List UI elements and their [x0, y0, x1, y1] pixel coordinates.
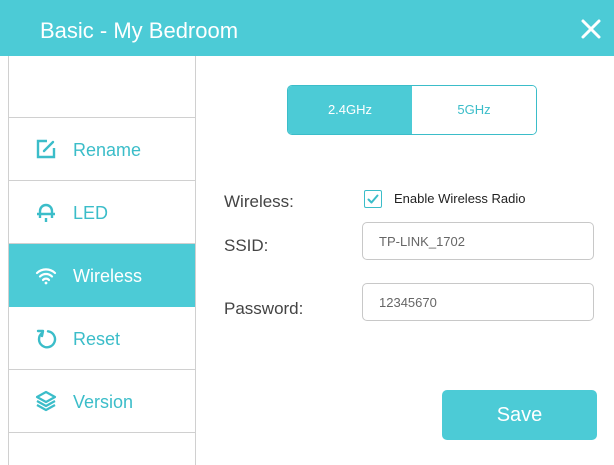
- enable-wireless-radio-label: Enable Wireless Radio: [394, 191, 526, 206]
- save-button[interactable]: Save: [442, 390, 597, 440]
- close-icon[interactable]: [578, 16, 604, 42]
- sidebar-item-version[interactable]: Version: [9, 370, 195, 433]
- ssid-input[interactable]: [362, 222, 594, 260]
- password-label: Password:: [224, 299, 304, 318]
- sidebar-nav: Rename LED Wireless Reset Version: [8, 56, 196, 465]
- band-2.4ghz-tab[interactable]: 2.4GHz: [288, 86, 412, 134]
- sidebar-item-label: Rename: [73, 140, 142, 160]
- wireless-label: Wireless:: [224, 192, 294, 211]
- wifi-icon: [35, 264, 57, 286]
- sidebar-item-label: Reset: [73, 329, 121, 349]
- sidebar-item-label: Wireless: [73, 266, 143, 286]
- ssid-label: SSID:: [224, 236, 269, 255]
- enable-wireless-radio-checkbox[interactable]: [364, 190, 382, 208]
- title-bar: Basic - My Bedroom: [0, 0, 614, 56]
- reset-icon: [35, 327, 57, 349]
- sidebar-item-wireless[interactable]: Wireless: [9, 244, 195, 307]
- sidebar-bottom-space: [9, 432, 195, 465]
- version-layers-icon: [35, 390, 57, 412]
- window-title: Basic - My Bedroom: [40, 18, 239, 43]
- checkmark-icon: [367, 194, 379, 204]
- sidebar-item-label: Version: [73, 392, 134, 412]
- sidebar-item-led[interactable]: LED: [9, 181, 195, 244]
- band-selector: 2.4GHz 5GHz: [287, 85, 537, 135]
- password-input[interactable]: [362, 283, 594, 321]
- sidebar-item-label: LED: [73, 203, 109, 223]
- sidebar-item-reset[interactable]: Reset: [9, 307, 195, 370]
- sidebar-header-space: [9, 56, 195, 118]
- band-5ghz-tab[interactable]: 5GHz: [412, 86, 536, 134]
- rename-icon: [35, 138, 57, 160]
- sidebar-item-rename[interactable]: Rename: [9, 118, 195, 181]
- led-bell-icon: [35, 201, 57, 223]
